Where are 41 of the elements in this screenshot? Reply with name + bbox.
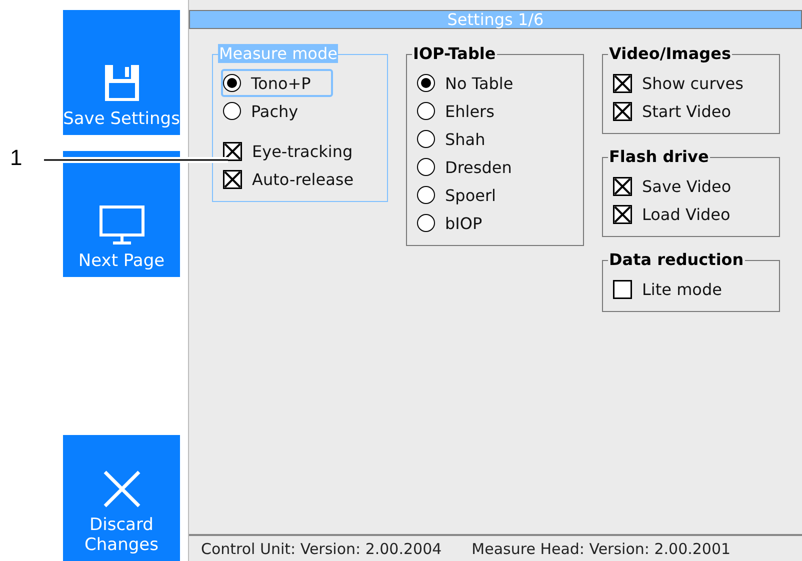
callout-number: 1 — [10, 145, 22, 171]
option-label: Load Video — [642, 204, 730, 224]
option-label: Show curves — [642, 74, 744, 92]
option-label: Spoerl — [445, 186, 496, 204]
page-title: Settings 1/6 — [189, 10, 802, 29]
checkbox[interactable] — [613, 74, 632, 92]
option-label: Save Video — [642, 176, 732, 196]
save-button[interactable]: Save Settings — [63, 10, 180, 135]
monitor-icon — [98, 205, 144, 245]
option-label: Pachy — [251, 102, 298, 120]
version-text: Measure Head: Version: 2.00.2001 — [472, 540, 731, 558]
checkbox[interactable] — [613, 204, 632, 224]
checkbox[interactable] — [223, 170, 242, 188]
option-label: Start Video — [642, 102, 731, 120]
option-label: Shah — [445, 130, 486, 148]
radio-button[interactable] — [417, 130, 435, 148]
option-label: Tono+P — [251, 74, 311, 92]
option-label: Dresden — [445, 158, 512, 176]
checkbox[interactable] — [613, 102, 632, 120]
group-title: Video/Images — [608, 44, 732, 63]
radio-button[interactable] — [417, 186, 435, 204]
radio-button[interactable] — [417, 214, 435, 232]
radio-button[interactable] — [223, 74, 241, 92]
option-label: Lite mode — [642, 280, 722, 298]
radio-button[interactable] — [417, 102, 435, 120]
group-title: Measure mode — [218, 44, 338, 63]
checkbox[interactable] — [223, 142, 242, 160]
option-label: Auto-release — [252, 170, 354, 188]
option-label: bIOP — [445, 214, 482, 232]
option-label: Eye-tracking — [252, 142, 353, 160]
checkbox[interactable] — [613, 280, 632, 298]
radio-button[interactable] — [417, 74, 435, 92]
close-icon — [102, 469, 142, 509]
option-label: No Table — [445, 74, 514, 92]
discard-button[interactable]: Discard Changes — [63, 435, 180, 561]
option-label: Ehlers — [445, 102, 494, 120]
radio-button[interactable] — [417, 158, 435, 176]
next-button[interactable]: Next Page — [63, 151, 180, 277]
version-text: Control Unit: Version: 2.00.2004 — [201, 540, 442, 558]
radio-button[interactable] — [223, 102, 241, 120]
checkbox[interactable] — [613, 176, 632, 196]
